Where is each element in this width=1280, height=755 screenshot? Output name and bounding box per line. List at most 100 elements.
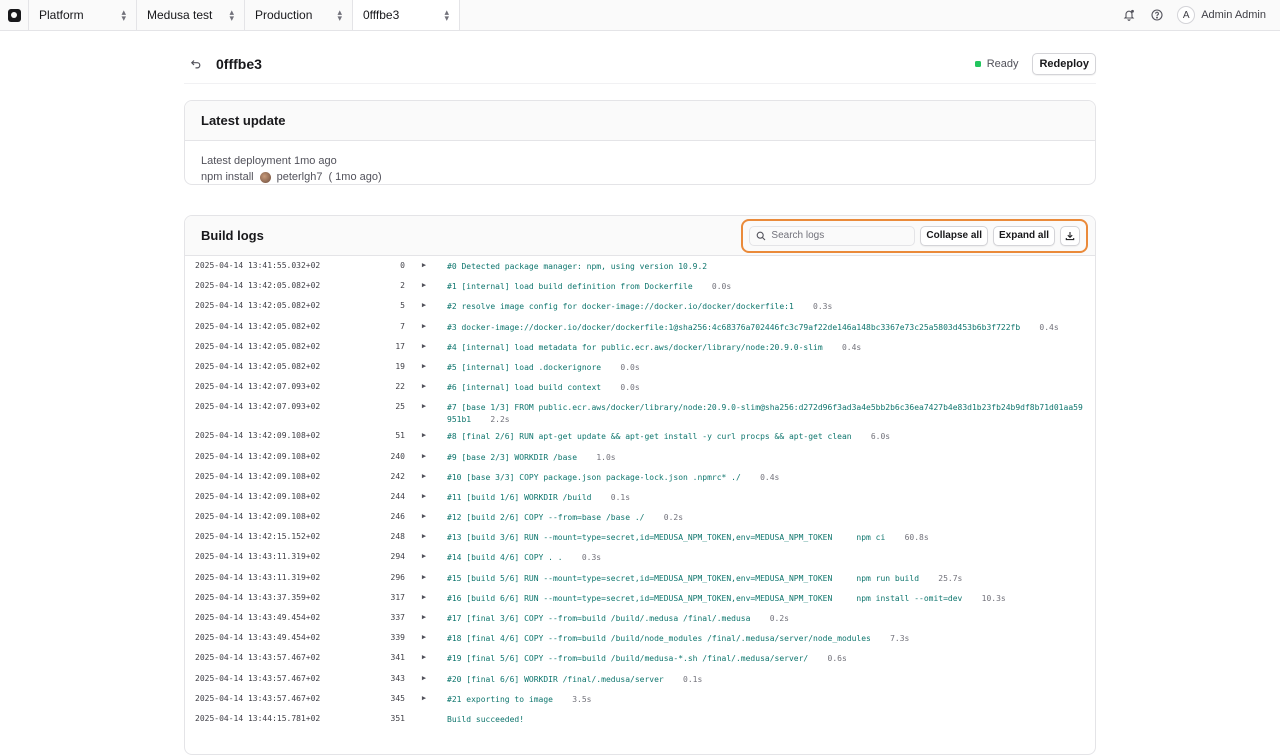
build-logs-header: Build logs Collapse all Expand all — [185, 216, 1095, 256]
log-text: #15 [build 5/6] RUN --mount=type=secret,… — [447, 573, 920, 583]
log-duration: 60.8s — [904, 533, 929, 543]
expand-arrow-icon[interactable]: ▶ — [405, 593, 431, 601]
log-timestamp: 2025-04-14 13:42:05.082+02 — [195, 301, 321, 311]
expand-arrow-icon[interactable]: ▶ — [405, 552, 431, 560]
log-text: #4 [internal] load metadata for public.e… — [447, 342, 823, 352]
expand-arrow-icon[interactable]: ▶ — [405, 512, 431, 520]
expand-arrow-icon[interactable]: ▶ — [405, 342, 431, 350]
log-text: #21 exporting to image — [447, 694, 553, 704]
log-row[interactable]: 2025-04-14 13:42:05.082+02 17 ▶ #4 [interna… — [185, 337, 1095, 357]
status-badge: Ready — [974, 57, 1019, 70]
collapse-all-button[interactable]: Collapse all — [920, 225, 988, 246]
search-box[interactable] — [749, 225, 916, 246]
log-row[interactable]: 2025-04-14 13:42:09.108+02 242 ▶ #10 [base … — [185, 467, 1095, 487]
commit-line: npm install peterlgh7 ( 1mo ago) — [201, 169, 1079, 184]
expand-arrow-icon[interactable]: ▶ — [405, 633, 431, 641]
log-row[interactable]: 2025-04-14 13:42:09.108+02 51 ▶ #8 [final 2… — [185, 426, 1095, 446]
log-timestamp: 2025-04-14 13:43:11.319+02 — [195, 572, 321, 582]
expand-all-button[interactable]: Expand all — [992, 225, 1055, 246]
crumb-deployment[interactable]: 0fffbe3 ▴ ▾ — [352, 0, 460, 30]
expand-arrow-icon[interactable]: ▶ — [405, 653, 431, 661]
log-row[interactable]: 2025-04-14 13:42:09.108+02 246 ▶ #12 [build… — [185, 507, 1095, 527]
log-line-number: 341 — [390, 653, 405, 663]
user-name: Admin Admin — [1201, 9, 1266, 21]
log-text: #2 resolve image config for docker-image… — [447, 302, 794, 312]
log-message: #16 [build 6/6] RUN --mount=type=secret,… — [447, 593, 1087, 605]
log-message: #20 [final 6/6] WORKDIR /final/.medusa/s… — [447, 674, 1087, 686]
expand-arrow-icon[interactable]: ▶ — [405, 402, 431, 410]
log-row[interactable]: 2025-04-14 13:43:57.467+02 341 ▶ #19 [final… — [185, 648, 1095, 668]
log-row[interactable]: 2025-04-14 13:43:49.454+02 339 ▶ #18 [final… — [185, 628, 1095, 648]
expand-arrow-icon[interactable]: ▶ — [405, 431, 431, 439]
log-row[interactable]: 2025-04-14 13:43:49.454+02 337 ▶ #17 [final… — [185, 608, 1095, 628]
back-arrow-icon[interactable] — [188, 56, 204, 72]
expand-arrow-icon[interactable]: ▶ — [405, 694, 431, 702]
log-row[interactable]: 2025-04-14 13:43:11.319+02 296 ▶ #15 [build… — [185, 568, 1095, 588]
chevron-updown-icon: ▴ ▾ — [121, 7, 126, 23]
crumb-platform[interactable]: Platform ▴ ▾ — [28, 0, 136, 30]
expand-arrow-icon[interactable]: ▶ — [405, 362, 431, 370]
commit-author[interactable]: peterlgh7 — [277, 169, 323, 184]
log-row[interactable]: 2025-04-14 13:43:57.467+02 343 ▶ #20 [final… — [185, 669, 1095, 689]
log-row[interactable]: 2025-04-14 13:43:37.359+02 317 ▶ #16 [build… — [185, 588, 1095, 608]
log-text: #16 [build 6/6] RUN --mount=type=secret,… — [447, 593, 963, 603]
expand-arrow-icon[interactable]: ▶ — [405, 261, 431, 269]
log-line-number: 5 — [400, 301, 405, 311]
log-row[interactable]: 2025-04-14 13:44:15.781+02 351 Build succe… — [185, 709, 1095, 729]
log-line-number: 7 — [400, 321, 405, 331]
log-text: #6 [internal] load build context — [447, 383, 602, 393]
log-row[interactable]: 2025-04-14 13:41:55.032+02 0 ▶ #0 Detected … — [185, 256, 1095, 276]
log-row[interactable]: 2025-04-14 13:42:15.152+02 248 ▶ #13 [build… — [185, 527, 1095, 547]
chevron-updown-icon: ▴ ▾ — [444, 7, 449, 23]
crumb-environment[interactable]: Production ▴ ▾ — [244, 0, 352, 30]
expand-arrow-icon[interactable]: ▶ — [405, 452, 431, 460]
log-line-number: 339 — [390, 633, 405, 643]
log-row[interactable]: 2025-04-14 13:42:05.082+02 7 ▶ #3 docker-im… — [185, 317, 1095, 337]
log-row[interactable]: 2025-04-14 13:42:09.108+02 240 ▶ #9 [base 2… — [185, 447, 1095, 467]
expand-arrow-icon[interactable]: ▶ — [405, 613, 431, 621]
expand-arrow-icon[interactable]: ▶ — [405, 382, 431, 390]
download-icon — [1065, 231, 1075, 240]
crumb-label: Medusa test — [147, 8, 213, 22]
expand-arrow-icon[interactable]: ▶ — [405, 301, 431, 309]
log-message: #18 [final 4/6] COPY --from=build /build… — [447, 633, 1087, 645]
expand-arrow-icon[interactable]: ▶ — [405, 322, 431, 330]
log-row[interactable]: 2025-04-14 13:42:05.082+02 19 ▶ #5 [interna… — [185, 357, 1095, 377]
page-title: 0fffbe3 — [216, 55, 262, 72]
expand-arrow-icon[interactable]: ▶ — [405, 674, 431, 682]
log-row[interactable]: 2025-04-14 13:42:05.082+02 2 ▶ #1 [internal… — [185, 276, 1095, 296]
user-menu[interactable]: A Admin Admin — [1177, 6, 1266, 24]
download-button[interactable] — [1060, 225, 1080, 246]
crumb-project[interactable]: Medusa test ▴ ▾ — [136, 0, 244, 30]
log-row[interactable]: 2025-04-14 13:43:57.467+02 345 ▶ #21 export… — [185, 689, 1095, 709]
log-row[interactable]: 2025-04-14 13:42:07.093+02 22 ▶ #6 [interna… — [185, 377, 1095, 397]
build-log-list: 2025-04-14 13:41:55.032+02 0 ▶ #0 Detected … — [185, 256, 1095, 729]
notifications-bell-icon[interactable] — [1121, 7, 1137, 23]
latest-deployment-text: Latest deployment 1mo ago — [201, 155, 337, 167]
log-timestamp: 2025-04-14 13:43:49.454+02 — [195, 633, 321, 643]
log-message: #3 docker-image://docker.io/docker/docke… — [447, 322, 1087, 334]
log-row[interactable]: 2025-04-14 13:42:05.082+02 5 ▶ #2 resolve i… — [185, 296, 1095, 316]
log-message: Build succeeded! — [447, 714, 1087, 726]
latest-update-card: Latest update Latest deployment 1mo ago … — [184, 100, 1096, 185]
logo[interactable] — [0, 0, 28, 30]
log-row[interactable]: 2025-04-14 13:42:07.093+02 25 ▶ #7 [base 1/… — [185, 397, 1095, 426]
search-logs-input[interactable] — [771, 230, 902, 241]
log-text: #1 [internal] load build definition from… — [447, 282, 693, 292]
expand-arrow-icon[interactable]: ▶ — [405, 573, 431, 581]
crumb-label: 0fffbe3 — [363, 8, 400, 22]
log-duration: 0.4s — [1039, 322, 1059, 332]
log-timestamp: 2025-04-14 13:42:09.108+02 — [195, 451, 321, 461]
expand-arrow-icon[interactable]: ▶ — [405, 472, 431, 480]
status-label: Ready — [986, 57, 1019, 70]
log-row[interactable]: 2025-04-14 13:43:11.319+02 294 ▶ #14 [build… — [185, 547, 1095, 567]
expand-arrow-icon[interactable]: ▶ — [405, 281, 431, 289]
expand-arrow-icon[interactable]: ▶ — [405, 532, 431, 540]
help-icon[interactable] — [1149, 7, 1165, 23]
redeploy-button[interactable]: Redeploy — [1032, 52, 1096, 75]
log-row[interactable]: 2025-04-14 13:42:09.108+02 244 ▶ #11 [build… — [185, 487, 1095, 507]
expand-arrow-icon[interactable]: ▶ — [405, 492, 431, 500]
log-timestamp: 2025-04-14 13:43:11.319+02 — [195, 552, 321, 562]
log-message: #17 [final 3/6] COPY --from=build /build… — [447, 613, 1087, 625]
top-nav: Platform ▴ ▾ Medusa test ▴ ▾ Production ▴ ▾… — [0, 0, 1280, 31]
